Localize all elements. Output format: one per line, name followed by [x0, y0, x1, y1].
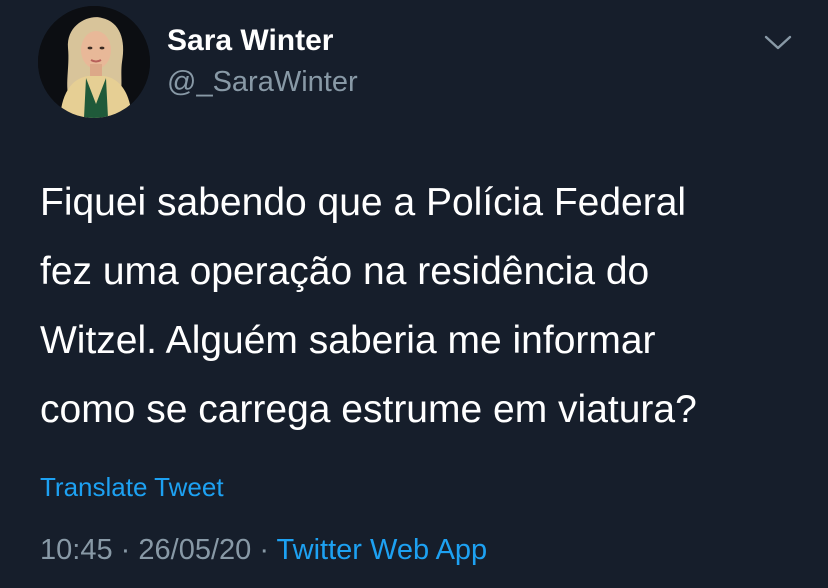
- chevron-down-icon[interactable]: [760, 28, 796, 56]
- author-handle[interactable]: @_SaraWinter: [167, 66, 358, 99]
- tweet-time[interactable]: 10:45: [40, 534, 113, 566]
- translate-tweet-link[interactable]: Translate Tweet: [40, 472, 224, 503]
- tweet-date[interactable]: 26/05/20: [138, 534, 251, 566]
- tweet-text-line: Fiquei sabendo que a Polícia Federal: [40, 181, 687, 224]
- tweet-card: Sara Winter @_SaraWinter Fiquei sabendo …: [0, 0, 828, 588]
- avatar[interactable]: [38, 6, 150, 118]
- tweet-text: Fiquei sabendo que a Polícia Federal fez…: [40, 168, 800, 444]
- separator-dot: ·: [259, 534, 269, 566]
- tweet-metadata: 10:45 · 26/05/20 · Twitter Web App: [40, 534, 487, 567]
- author-name[interactable]: Sara Winter: [167, 24, 333, 58]
- tweet-text-line: Witzel. Alguém saberia me informar: [40, 319, 656, 362]
- profile-photo: [38, 6, 150, 118]
- tweet-text-line: como se carrega estrume em viatura?: [40, 388, 697, 431]
- tweet-text-line: fez uma operação na residência do: [40, 250, 650, 293]
- separator-dot: ·: [120, 534, 131, 566]
- tweet-source-link[interactable]: Twitter Web App: [277, 534, 488, 566]
